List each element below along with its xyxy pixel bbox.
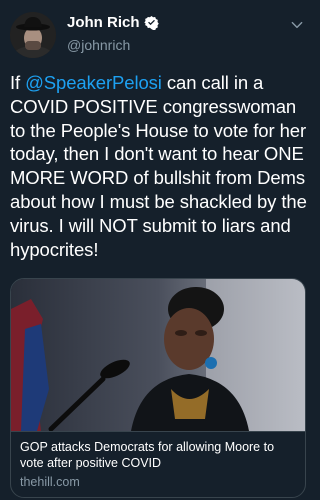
card-title: GOP attacks Democrats for allowing Moore…: [20, 440, 275, 470]
verified-badge-icon: [143, 15, 159, 30]
tweet-text-start: If: [10, 72, 26, 93]
author-display-name[interactable]: John Rich: [67, 14, 140, 31]
tweet: John Rich @johnrich If @SpeakerPelosi ca…: [0, 0, 314, 500]
chevron-down-icon[interactable]: [290, 18, 304, 32]
card-image: [11, 279, 305, 431]
card-meta: GOP attacks Democrats for allowing Moore…: [11, 431, 305, 497]
link-preview-card[interactable]: GOP attacks Democrats for allowing Moore…: [10, 278, 306, 498]
card-domain: thehill.com: [20, 475, 80, 489]
avatar-image: [10, 12, 56, 58]
author-avatar[interactable]: [10, 12, 56, 58]
author-handle[interactable]: @johnrich: [67, 37, 130, 53]
mention-link[interactable]: @SpeakerPelosi: [25, 72, 162, 93]
tweet-text-rest: can call in a COVID POSITIVE congresswom…: [10, 72, 307, 260]
tweet-text: If @SpeakerPelosi can call in a COVID PO…: [10, 71, 310, 261]
tweet-header: John Rich @johnrich: [0, 0, 314, 70]
name-row: John Rich: [67, 14, 159, 31]
